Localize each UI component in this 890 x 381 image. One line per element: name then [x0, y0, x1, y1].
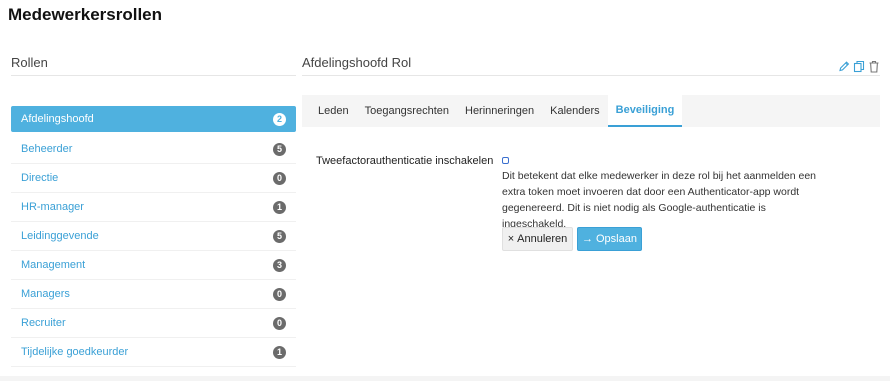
- role-detail-header: Afdelingshoofd Rol: [302, 50, 880, 76]
- roles-heading: Rollen: [11, 50, 296, 76]
- cancel-button[interactable]: × Annuleren: [502, 227, 573, 251]
- role-item-managers[interactable]: Managers 0: [11, 280, 296, 309]
- role-item-leidinggevende[interactable]: Leidinggevende 5: [11, 222, 296, 251]
- close-icon: ×: [507, 233, 515, 245]
- cancel-label: Annuleren: [517, 233, 568, 245]
- copy-icon[interactable]: [853, 56, 865, 73]
- role-label: Management: [21, 259, 86, 271]
- role-label: Beheerder: [21, 143, 73, 155]
- two-factor-checkbox[interactable]: [502, 157, 509, 164]
- role-list: Afdelingshoofd 2 Beheerder 5 Directie 0 …: [11, 106, 296, 367]
- role-count-badge: 0: [273, 287, 286, 301]
- role-item-hr-manager[interactable]: HR-manager 1: [11, 193, 296, 222]
- tab-herinneringen[interactable]: Herinneringen: [457, 95, 542, 127]
- two-factor-label: Tweefactorauthenticatie inschakelen: [316, 155, 494, 167]
- role-label: Tijdelijke goedkeurder: [21, 346, 129, 358]
- tab-leden[interactable]: Leden: [310, 95, 357, 127]
- role-item-recruiter[interactable]: Recruiter 0: [11, 309, 296, 338]
- footer-divider: [0, 376, 890, 381]
- tab-toegangsrechten[interactable]: Toegangsrechten: [357, 95, 457, 127]
- trash-icon[interactable]: [868, 56, 880, 73]
- role-count-badge: 2: [273, 112, 286, 126]
- role-count-badge: 0: [273, 316, 286, 330]
- role-label: Directie: [21, 172, 59, 184]
- role-tabs: Leden Toegangsrechten Herinneringen Kale…: [302, 95, 880, 127]
- roles-panel-header: Rollen: [11, 50, 296, 76]
- tab-kalenders[interactable]: Kalenders: [542, 95, 608, 127]
- role-label: Recruiter: [21, 317, 66, 329]
- arrow-right-icon: →: [582, 233, 593, 245]
- page-title: Medewerkersrollen: [8, 5, 163, 24]
- role-count-badge: 5: [273, 229, 286, 243]
- pencil-icon[interactable]: [838, 56, 850, 72]
- role-actions: [838, 56, 880, 73]
- role-item-beheerder[interactable]: Beheerder 5: [11, 135, 296, 164]
- role-item-tijdelijke-goedkeurder[interactable]: Tijdelijke goedkeurder 1: [11, 338, 296, 367]
- role-count-badge: 1: [273, 345, 286, 359]
- role-count-badge: 3: [273, 258, 286, 272]
- role-label: Afdelingshoofd: [21, 113, 94, 125]
- role-count-badge: 0: [273, 171, 286, 185]
- role-label: Leidinggevende: [21, 230, 99, 242]
- role-item-directie[interactable]: Directie 0: [11, 164, 296, 193]
- role-label: HR-manager: [21, 201, 84, 213]
- role-label: Managers: [21, 288, 70, 300]
- save-button[interactable]: → Opslaan: [577, 227, 642, 251]
- role-item-afdelingshoofd[interactable]: Afdelingshoofd 2: [11, 106, 296, 132]
- two-factor-description: Dit betekent dat elke medewerker in deze…: [502, 170, 817, 230]
- role-count-badge: 5: [273, 142, 286, 156]
- save-label: Opslaan: [596, 233, 637, 245]
- tab-beveiliging[interactable]: Beveiliging: [607, 95, 683, 127]
- role-count-badge: 1: [273, 200, 286, 214]
- role-item-management[interactable]: Management 3: [11, 251, 296, 280]
- role-detail-title: Afdelingshoofd Rol: [302, 55, 412, 70]
